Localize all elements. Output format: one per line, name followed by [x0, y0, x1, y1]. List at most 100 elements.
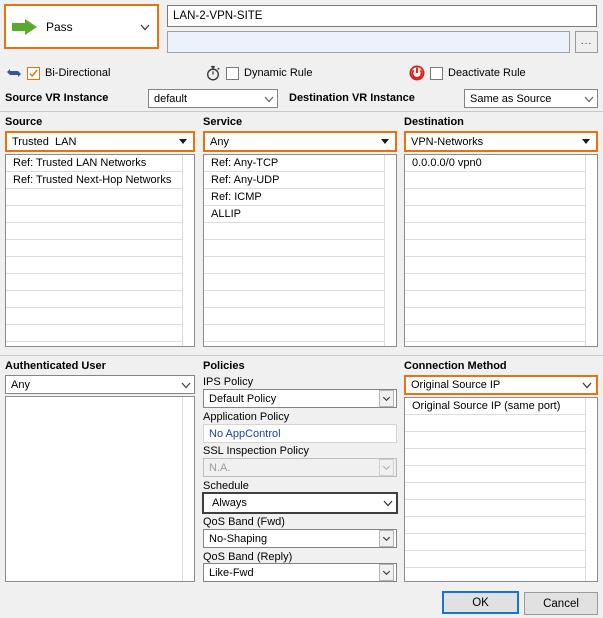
connection-method-list[interactable]: Original Source IP (same port) — [404, 397, 598, 582]
list-item-empty[interactable] — [6, 308, 194, 325]
rule-options-row: Bi-Directional Dynamic Rule Deactivate R… — [0, 60, 603, 87]
qos-band-fwd-select[interactable]: No-Shaping — [203, 529, 397, 548]
destination-combo[interactable]: VPN-Networks — [404, 131, 598, 152]
list-item[interactable]: Ref: ICMP — [204, 189, 396, 206]
chevron-down-icon — [382, 396, 391, 402]
list-gutter — [585, 398, 597, 581]
connection-method-combo[interactable]: Original Source IP — [404, 375, 598, 395]
list-item-empty[interactable] — [405, 308, 597, 325]
dropdown-button[interactable] — [379, 390, 394, 407]
list-item-empty[interactable] — [405, 551, 597, 568]
bidirectional-checkbox[interactable] — [27, 66, 40, 80]
list-item-empty[interactable] — [405, 257, 597, 274]
cancel-button-label: Cancel — [543, 597, 579, 610]
list-item-empty[interactable] — [405, 483, 597, 500]
list-item-empty[interactable] — [405, 274, 597, 291]
list-gutter — [182, 155, 194, 346]
list-item-empty[interactable] — [204, 308, 396, 325]
connection-method-title: Connection Method — [404, 360, 507, 372]
list-item-empty[interactable] — [405, 240, 597, 257]
list-item-empty[interactable] — [405, 189, 597, 206]
ok-button[interactable]: OK — [442, 591, 519, 614]
dropdown-button[interactable] — [379, 530, 394, 547]
list-item-empty[interactable] — [204, 291, 396, 308]
list-item-empty[interactable] — [405, 517, 597, 534]
list-item-empty[interactable] — [405, 325, 597, 342]
vr-instance-row: Source VR Instance default Destination V… — [0, 87, 603, 111]
list-item-empty[interactable] — [6, 291, 194, 308]
rule-name-value: LAN-2-VPN-SITE — [173, 10, 263, 22]
list-item[interactable]: Ref: Trusted Next-Hop Networks — [6, 172, 194, 189]
list-item-empty[interactable] — [204, 257, 396, 274]
application-policy-field[interactable]: No AppControl — [203, 424, 397, 443]
bidirectional-label: Bi-Directional — [45, 67, 111, 79]
divider — [0, 355, 603, 356]
ssl-inspection-policy-value: N.A. — [209, 461, 231, 474]
source-vr-select[interactable]: default — [148, 89, 278, 108]
schedule-value: Always — [212, 497, 247, 509]
list-item[interactable]: Ref: Any-UDP — [204, 172, 396, 189]
authenticated-user-title: Authenticated User — [5, 360, 106, 372]
bidirectional-option[interactable]: Bi-Directional — [6, 65, 110, 81]
deactivate-rule-label: Deactivate Rule — [448, 67, 526, 79]
list-item[interactable]: 0.0.0.0/0 vpn0 — [405, 155, 597, 172]
ips-policy-select[interactable]: Default Policy — [203, 389, 397, 408]
application-policy-label: Application Policy — [203, 411, 290, 423]
deactivate-rule-option[interactable]: Deactivate Rule — [409, 65, 526, 81]
list-item[interactable]: Original Source IP (same port) — [405, 398, 597, 415]
list-item-empty[interactable] — [204, 274, 396, 291]
source-list[interactable]: Ref: Trusted LAN Networks Ref: Trusted N… — [5, 154, 195, 347]
dropdown-button[interactable] — [379, 564, 394, 581]
list-item-empty[interactable] — [6, 274, 194, 291]
list-item[interactable]: Ref: Any-TCP — [204, 155, 396, 172]
list-gutter — [384, 155, 396, 346]
list-item-empty[interactable] — [6, 257, 194, 274]
list-item-empty[interactable] — [405, 223, 597, 240]
service-selected-value: Any — [210, 135, 229, 148]
dynamic-rule-checkbox[interactable] — [226, 66, 239, 80]
action-dropdown[interactable]: Pass — [4, 4, 159, 49]
authenticated-user-select[interactable]: Any — [5, 375, 195, 394]
list-item-empty[interactable] — [405, 291, 597, 308]
chevron-down-icon — [180, 379, 192, 391]
list-item[interactable]: Ref: Trusted LAN Networks — [6, 155, 194, 172]
list-item-empty[interactable] — [6, 189, 194, 206]
list-item[interactable]: ALLIP — [204, 206, 396, 223]
ips-policy-label: IPS Policy — [203, 376, 254, 388]
dynamic-rule-label: Dynamic Rule — [244, 67, 313, 79]
list-item-empty[interactable] — [204, 240, 396, 257]
list-item-empty[interactable] — [6, 206, 194, 223]
qos-band-fwd-value: No-Shaping — [209, 532, 268, 545]
destination-vr-select[interactable]: Same as Source — [464, 89, 598, 108]
list-item-empty[interactable] — [405, 500, 597, 517]
source-combo[interactable]: Trusted LAN — [5, 131, 195, 152]
service-list[interactable]: Ref: Any-TCP Ref: Any-UDP Ref: ICMP ALLI… — [203, 154, 397, 347]
rule-description-input[interactable] — [167, 31, 570, 53]
deactivate-rule-checkbox[interactable] — [430, 66, 443, 80]
cancel-button[interactable]: Cancel — [524, 592, 598, 615]
qos-band-reply-select[interactable]: Like-Fwd — [203, 563, 397, 582]
source-selected-value: Trusted LAN — [12, 135, 77, 148]
green-right-arrow-icon — [12, 18, 38, 36]
description-browse-button[interactable]: ... — [575, 31, 598, 53]
list-item-empty[interactable] — [405, 415, 597, 432]
list-item-empty[interactable] — [405, 172, 597, 189]
schedule-select[interactable]: Always — [202, 492, 398, 514]
destination-vr-label: Destination VR Instance — [289, 92, 415, 104]
dynamic-rule-option[interactable]: Dynamic Rule — [205, 65, 312, 81]
list-item-empty[interactable] — [6, 325, 194, 342]
rule-name-input[interactable]: LAN-2-VPN-SITE — [167, 5, 597, 27]
list-item-empty[interactable] — [405, 449, 597, 466]
list-item-empty[interactable] — [6, 223, 194, 240]
list-item-empty[interactable] — [405, 534, 597, 551]
application-policy-value: No AppControl — [209, 427, 281, 440]
list-item-empty[interactable] — [405, 432, 597, 449]
list-item-empty[interactable] — [6, 240, 194, 257]
list-item-empty[interactable] — [405, 206, 597, 223]
list-item-empty[interactable] — [204, 325, 396, 342]
service-combo[interactable]: Any — [203, 131, 397, 152]
destination-list[interactable]: 0.0.0.0/0 vpn0 — [404, 154, 598, 347]
authenticated-user-list[interactable] — [5, 396, 195, 582]
list-item-empty[interactable] — [405, 466, 597, 483]
list-item-empty[interactable] — [204, 223, 396, 240]
